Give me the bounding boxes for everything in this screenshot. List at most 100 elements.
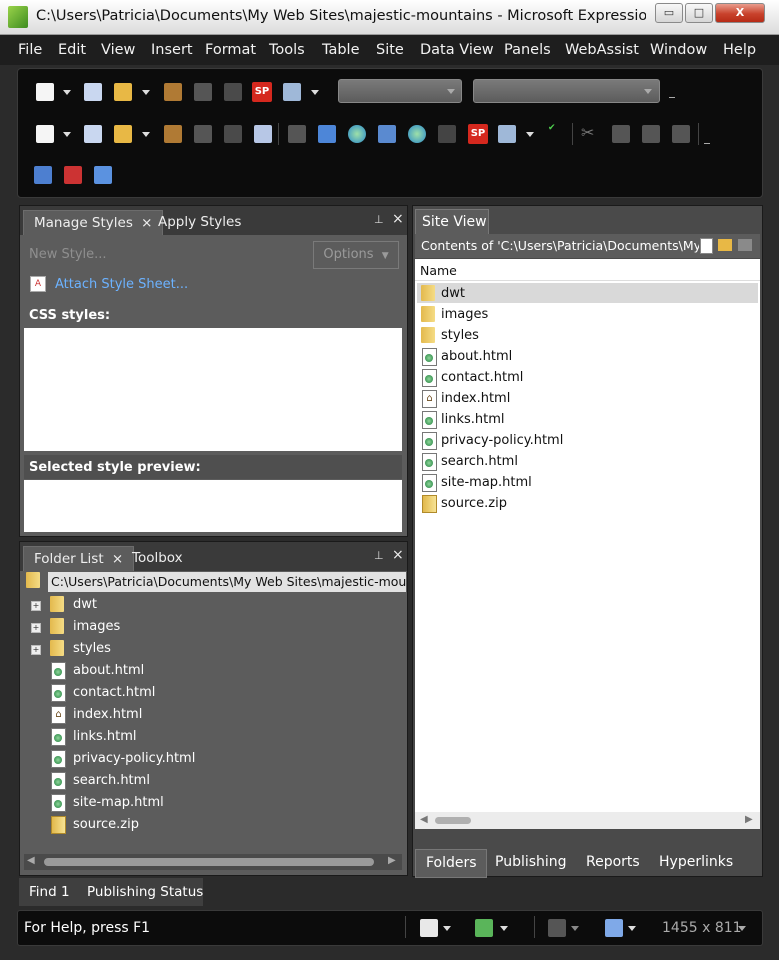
page-size-dropdown-icon[interactable] [628, 926, 636, 931]
menu-file[interactable]: File [18, 42, 42, 58]
menu-edit[interactable]: Edit [58, 42, 86, 58]
insert-layer-icon[interactable] [34, 166, 52, 184]
tab-publishing-status[interactable]: Publishing Status [87, 884, 203, 900]
tree-row-about[interactable]: about.html [20, 660, 400, 682]
tree-row-contact[interactable]: contact.html [20, 682, 400, 704]
scroll-thumb[interactable] [44, 858, 374, 866]
tab-reports[interactable]: Reports [586, 854, 640, 870]
panel-close-2-icon[interactable]: × [392, 547, 404, 563]
tab-hyperlinks[interactable]: Hyperlinks [659, 854, 733, 870]
new-doc-icon[interactable] [84, 83, 102, 101]
new-page-icon[interactable] [700, 238, 713, 254]
menu-format[interactable]: Format [205, 42, 256, 58]
publish-icon[interactable] [164, 83, 182, 101]
tab-site-view[interactable]: Site View [415, 209, 489, 236]
site-view-hscrollbar[interactable]: ◀ ▶ [415, 812, 760, 829]
save-icon[interactable] [194, 83, 212, 101]
list-item-source-zip[interactable]: source.zip [417, 493, 758, 513]
folder-up-icon[interactable] [738, 239, 752, 251]
tree-row-privacy[interactable]: privacy-policy.html [20, 748, 400, 770]
find-binoculars-icon[interactable] [254, 125, 272, 143]
globe-icon[interactable] [408, 125, 426, 143]
minimize-button[interactable]: ▭ [655, 3, 683, 23]
new-2-dropdown-icon[interactable] [63, 132, 71, 137]
scroll-right-icon[interactable]: ▶ [745, 814, 753, 825]
folder-list-hscrollbar[interactable]: ◀ ▶ [24, 854, 402, 870]
pin-2-icon[interactable]: ⊥ [374, 549, 384, 562]
list-item-styles[interactable]: styles [417, 325, 758, 345]
visual-aids-dropdown-icon[interactable] [571, 926, 579, 931]
tree-row-dwt[interactable]: + dwt [20, 594, 400, 616]
pin-icon[interactable]: ⊥ [374, 213, 384, 226]
preview-icon[interactable] [283, 83, 301, 101]
compat-dropdown-icon[interactable] [443, 926, 451, 931]
tree-row-images[interactable]: + images [20, 616, 400, 638]
save-2-icon[interactable] [194, 125, 212, 143]
sharepoint-icon[interactable]: SP [252, 82, 272, 102]
save-all-2-icon[interactable] [224, 125, 242, 143]
list-item-dwt[interactable]: dwt [417, 283, 758, 303]
tree-row-site-map[interactable]: site-map.html [20, 792, 400, 814]
css-dropdown-icon[interactable] [500, 926, 508, 931]
list-item-search[interactable]: search.html [417, 451, 758, 471]
expand-icon[interactable]: + [31, 623, 41, 633]
list-item-index[interactable]: ⌂ index.html [417, 388, 758, 408]
expression-web-icon[interactable] [8, 6, 28, 28]
list-item-privacy[interactable]: privacy-policy.html [417, 430, 758, 450]
tree-row-index[interactable]: ⌂ index.html [20, 704, 400, 726]
column-header-name[interactable]: Name [420, 263, 457, 278]
open-dropdown-icon[interactable] [142, 90, 150, 95]
scroll-thumb[interactable] [435, 817, 471, 824]
new-page-icon[interactable] [36, 83, 54, 101]
new-style-link[interactable]: New Style... [29, 247, 107, 262]
export-icon[interactable] [318, 125, 336, 143]
expand-icon[interactable]: + [31, 601, 41, 611]
menu-view[interactable]: View [101, 42, 135, 58]
tree-row-source-zip[interactable]: source.zip [20, 814, 400, 836]
publish-2-icon[interactable] [164, 125, 182, 143]
tab-folder-list[interactable]: Folder List × [23, 546, 135, 571]
close-button[interactable]: X [715, 3, 765, 23]
tab-publishing[interactable]: Publishing [495, 854, 567, 870]
open-folder-2-icon[interactable] [114, 125, 132, 143]
list-item-site-map[interactable]: site-map.html [417, 472, 758, 492]
tab-apply-styles[interactable]: Apply Styles [148, 210, 251, 234]
browse-web-icon[interactable] [348, 125, 366, 143]
options-button[interactable]: Options ▼ [313, 241, 399, 269]
toolbar-overflow-2-icon[interactable] [704, 143, 710, 150]
save-all-icon[interactable] [224, 83, 242, 101]
menu-data-view[interactable]: Data View [420, 42, 494, 58]
hyperlink-icon[interactable] [378, 125, 396, 143]
maximize-button[interactable]: □ [685, 3, 713, 23]
tab-find-1[interactable]: Find 1 [29, 884, 70, 900]
menu-webassist[interactable]: WebAssist [565, 42, 639, 58]
page-size-icon[interactable] [605, 919, 623, 937]
menu-window[interactable]: Window [650, 42, 707, 58]
scroll-left-icon[interactable]: ◀ [27, 855, 35, 866]
visual-aids-icon[interactable] [548, 919, 566, 937]
menu-site[interactable]: Site [376, 42, 404, 58]
menu-table[interactable]: Table [322, 42, 360, 58]
html-compat-icon[interactable] [420, 919, 438, 937]
new-folder-icon[interactable] [718, 239, 732, 251]
toolbar-overflow-icon[interactable] [669, 97, 675, 104]
expand-icon[interactable]: + [31, 645, 41, 655]
copy-icon[interactable] [612, 125, 630, 143]
preview-dropdown-icon[interactable] [311, 90, 319, 95]
tab-toolbox[interactable]: Toolbox [122, 546, 193, 570]
font-select[interactable] [473, 79, 660, 103]
list-item-about[interactable]: about.html [417, 346, 758, 366]
tab-folders[interactable]: Folders [415, 849, 487, 878]
root-folder-row[interactable]: C:\Users\Patricia\Documents\My Web Sites… [48, 572, 406, 592]
new-page-2-icon[interactable] [36, 125, 54, 143]
layout-tables-icon[interactable] [94, 166, 112, 184]
css-styles-list[interactable] [24, 328, 402, 451]
spelling-icon[interactable]: ✔ [548, 123, 556, 133]
open-folder-icon[interactable] [114, 83, 132, 101]
publish-site-icon[interactable] [438, 125, 456, 143]
scroll-right-icon[interactable]: ▶ [388, 855, 396, 866]
menu-help[interactable]: Help [723, 42, 756, 58]
page-dimensions[interactable]: 1455 x 811 [662, 920, 742, 936]
scroll-left-icon[interactable]: ◀ [420, 814, 428, 825]
tree-row-links[interactable]: links.html [20, 726, 400, 748]
